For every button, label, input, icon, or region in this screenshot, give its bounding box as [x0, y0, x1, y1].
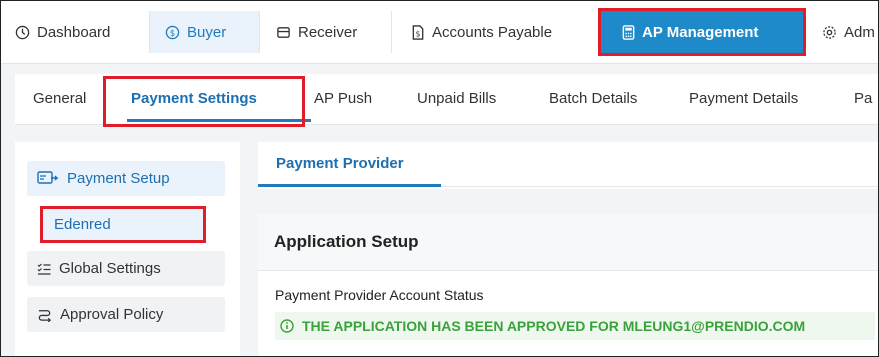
nav-ap-management[interactable]: AP Management [600, 11, 804, 53]
nav-admin[interactable]: Adm [822, 11, 875, 53]
nav-admin-label: Adm [844, 23, 875, 41]
tab-general[interactable]: General [33, 74, 86, 123]
sidebar-item-global-settings-label: Global Settings [59, 260, 161, 277]
nav-accounts-payable-label: Accounts Payable [432, 23, 553, 41]
payment-card-icon [37, 171, 59, 186]
nav-buyer-label: Buyer [187, 23, 227, 41]
tab-batch-details-label: Batch Details [549, 90, 638, 107]
tab-payment-details-label: Payment Details [689, 90, 799, 107]
tab-overflow-label: Pa [854, 90, 873, 107]
tab-unpaid-bills-label: Unpaid Bills [417, 90, 497, 107]
document-dollar-icon: $ [411, 24, 425, 40]
account-status-message: THE APPLICATION HAS BEEN APPROVED FOR ML… [275, 312, 875, 340]
application-setup-card: Application Setup Payment Provider Accou… [258, 214, 878, 356]
sidebar-item-payment-setup[interactable]: Payment Setup [27, 161, 225, 196]
tab-active-indicator [127, 119, 311, 122]
inbox-tray-icon [276, 25, 291, 40]
svg-text:$: $ [416, 29, 421, 38]
tab-general-label: General [33, 90, 87, 107]
provider-tab-panel: Payment Provider [258, 142, 878, 189]
account-status-label: Payment Provider Account Status [275, 287, 484, 303]
nav-dashboard[interactable]: Dashboard [15, 11, 110, 53]
application-setup-title: Application Setup [258, 214, 878, 271]
calculator-icon [622, 24, 635, 40]
sidebar-item-approval-policy[interactable]: Approval Policy [27, 297, 225, 332]
tab-overflow[interactable]: Pa [854, 74, 872, 123]
tab-payment-provider[interactable]: Payment Provider [258, 142, 441, 184]
tab-ap-push-label: AP Push [314, 90, 373, 107]
tab-payment-provider-label: Payment Provider [276, 154, 404, 172]
svg-text:$: $ [170, 27, 175, 37]
app-frame: Dashboard $ Buyer Receiver $ Accounts Pa… [0, 0, 879, 357]
sidebar-item-payment-setup-label: Payment Setup [67, 170, 170, 187]
nav-accounts-payable[interactable]: $ Accounts Payable [411, 11, 552, 53]
tab-unpaid-bills[interactable]: Unpaid Bills [417, 74, 496, 123]
top-navigation: Dashboard $ Buyer Receiver $ Accounts Pa… [1, 1, 878, 64]
tab-payment-settings-label: Payment Settings [131, 90, 257, 107]
sidebar-subitem-edenred-label: Edenred [54, 215, 111, 233]
gear-icon [822, 25, 837, 40]
provider-tab-divider [441, 186, 878, 187]
application-setup-title-text: Application Setup [274, 232, 419, 251]
sidebar-subitem-edenred[interactable]: Edenred [42, 208, 204, 240]
sidebar: Payment Setup Global Settings Approval P… [15, 142, 240, 356]
nav-receiver-label: Receiver [298, 23, 358, 41]
tab-payment-settings[interactable]: Payment Settings [131, 74, 257, 123]
settings-tab-bar: General Payment Settings AP Push Unpaid … [15, 74, 878, 125]
nav-buyer[interactable]: $ Buyer [150, 11, 259, 53]
nav-ap-management-label: AP Management [642, 23, 759, 41]
provider-tab-indicator [258, 184, 441, 187]
account-status-message-text: THE APPLICATION HAS BEEN APPROVED FOR ML… [302, 318, 806, 334]
nav-divider [391, 11, 392, 53]
checklist-icon [37, 262, 51, 276]
dollar-circle-icon: $ [165, 25, 180, 40]
nav-dashboard-label: Dashboard [37, 23, 111, 41]
sidebar-item-global-settings[interactable]: Global Settings [27, 251, 225, 286]
tab-batch-details[interactable]: Batch Details [549, 74, 637, 123]
route-icon [37, 307, 52, 322]
sidebar-item-approval-policy-label: Approval Policy [60, 306, 164, 323]
tab-ap-push[interactable]: AP Push [314, 74, 372, 123]
nav-receiver[interactable]: Receiver [276, 11, 357, 53]
tab-payment-details[interactable]: Payment Details [689, 74, 798, 123]
dashboard-icon [15, 25, 30, 40]
info-icon [280, 319, 294, 333]
nav-divider [259, 11, 260, 53]
